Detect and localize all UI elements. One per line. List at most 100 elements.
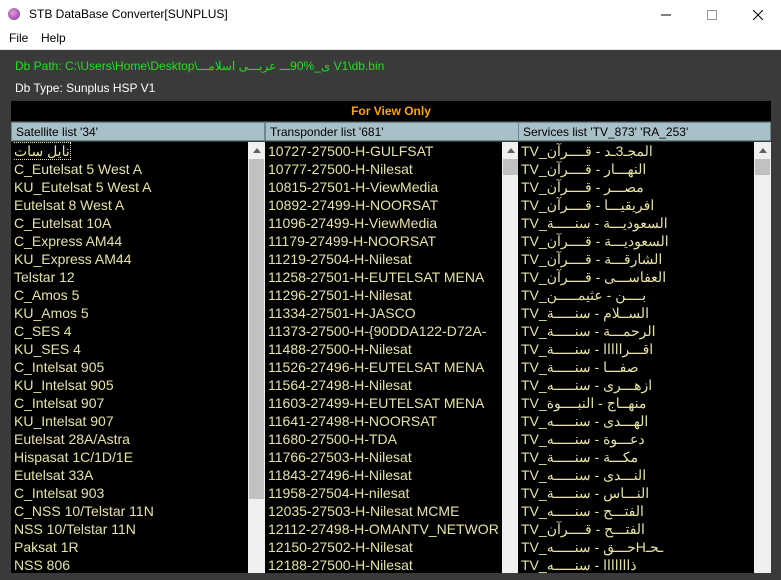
satellite-list-item[interactable]: Eutelsat 33A bbox=[14, 466, 248, 484]
scroll-up-icon[interactable] bbox=[754, 142, 771, 159]
transponder-list-item[interactable]: 11296-27501-H-Nilesat bbox=[268, 286, 502, 304]
service-list-item[interactable]: TV_افريقيـــا - قــــرآن bbox=[521, 196, 754, 214]
satellite-list-item-label: KU_Intelsat 907 bbox=[14, 413, 114, 429]
transponder-list-item[interactable]: 10815-27501-H-ViewMedia bbox=[268, 178, 502, 196]
maximize-button[interactable] bbox=[689, 0, 735, 29]
transponder-list-item[interactable]: 12035-27503-H-Nilesat MCME bbox=[268, 502, 502, 520]
transponder-list-item[interactable]: 11641-27498-H-NOORSAT bbox=[268, 412, 502, 430]
transponder-scrollbar[interactable] bbox=[502, 142, 519, 573]
service-list-item[interactable]: TV_الرحمـــة - سنـــــة bbox=[521, 322, 754, 340]
satellite-list-item[interactable]: KU_Intelsat 907 bbox=[14, 412, 248, 430]
satellite-list-item[interactable]: Eutelsat 8 West A bbox=[14, 196, 248, 214]
satellite-list-item-label: KU_SES 4 bbox=[14, 341, 81, 357]
service-list-item-label: TV_الشارقـــة - قــــرآن bbox=[521, 251, 663, 267]
transponder-list-item[interactable]: 11603-27499-H-EUTELSAT MENA bbox=[268, 394, 502, 412]
satellite-list-item-label: KU_Express AM44 bbox=[14, 251, 132, 267]
service-list-item[interactable]: TV_ازهـــرى - سنـــــه bbox=[521, 376, 754, 394]
satellite-list-item[interactable]: NSS 10/Telstar 11N bbox=[14, 520, 248, 538]
transponder-list-item[interactable]: 12150-27502-H-Nilesat bbox=[268, 538, 502, 556]
transponder-list-item[interactable]: 11488-27500-H-Nilesat bbox=[268, 340, 502, 358]
service-list-item[interactable]: TV_الســلام - سنـــــة bbox=[521, 304, 754, 322]
satellite-list-item[interactable]: Telstar 12 bbox=[14, 268, 248, 286]
service-list-item[interactable]: TV_الشارقـــة - قــــرآن bbox=[521, 250, 754, 268]
scroll-up-icon[interactable] bbox=[248, 142, 265, 159]
satellite-list-item-label: C_Eutelsat 10A bbox=[14, 215, 112, 231]
satellite-list[interactable]: نايل سات C_Eutelsat 5 West A KU_Eutelsat 5… bbox=[11, 142, 265, 573]
satellite-list-item[interactable]: Eutelsat 28A/Astra bbox=[14, 430, 248, 448]
satellite-list-item[interactable]: C_Intelsat 903 bbox=[14, 484, 248, 502]
satellite-list-item[interactable]: C_Intelsat 907 bbox=[14, 394, 248, 412]
transponder-list-item[interactable]: 10727-27500-H-GULFSAT bbox=[268, 142, 502, 160]
satellite-list-item[interactable]: KU_Express AM44 bbox=[14, 250, 248, 268]
transponder-list-item[interactable]: 11219-27504-H-Nilesat bbox=[268, 250, 502, 268]
satellite-list-item[interactable]: C_SES 4 bbox=[14, 322, 248, 340]
service-list-item[interactable]: TV_العفاســـى - قــــرآن bbox=[521, 268, 754, 286]
service-list-item[interactable]: TV_مصـــر - قــــرآن bbox=[521, 178, 754, 196]
satellite-list-item[interactable]: C_Intelsat 905 bbox=[14, 358, 248, 376]
transponder-list-item[interactable]: 11843-27496-H-Nilesat bbox=[268, 466, 502, 484]
transponder-list-item[interactable]: 11334-27501-H-JASCO bbox=[268, 304, 502, 322]
service-list-item[interactable]: TV_النـــدى - سنـــــه bbox=[521, 466, 754, 484]
service-list-item-label: TV_حـــق - سنـــــهHـحـ bbox=[521, 539, 664, 555]
transponder-list-item[interactable]: 11526-27496-H-EUTELSAT MENA bbox=[268, 358, 502, 376]
transponder-list-item[interactable]: 11680-27500-H-TDA bbox=[268, 430, 502, 448]
transponder-list-item[interactable]: 11958-27504-H-nilesat bbox=[268, 484, 502, 502]
satellite-list-item[interactable]: KU_Amos 5 bbox=[14, 304, 248, 322]
satellite-list-item[interactable]: KU_Intelsat 905 bbox=[14, 376, 248, 394]
scroll-up-icon[interactable] bbox=[502, 142, 519, 159]
satellite-list-item[interactable]: KU_Eutelsat 5 West A bbox=[14, 178, 248, 196]
service-list-item[interactable]: TV_الفتـــح - قــــرآن bbox=[521, 520, 754, 538]
service-list-item[interactable]: TV_دعـــوة - سنـــــه bbox=[521, 430, 754, 448]
transponder-list-item[interactable]: 11373-27500-H-{90DDA122-D72A- bbox=[268, 322, 502, 340]
service-list-item[interactable]: TV_مكـــة - سنـــــة bbox=[521, 448, 754, 466]
transponder-list-item[interactable]: 11096-27499-H-ViewMedia bbox=[268, 214, 502, 232]
menu-file[interactable]: File bbox=[9, 31, 28, 45]
transponder-list-item[interactable]: 12188-27500-H-Nilesat bbox=[268, 556, 502, 573]
scroll-thumb[interactable] bbox=[503, 159, 518, 175]
scroll-thumb[interactable] bbox=[755, 159, 770, 175]
close-button[interactable] bbox=[735, 0, 781, 29]
satellite-list-item[interactable]: نايل سات bbox=[14, 142, 248, 160]
service-list-item[interactable]: TV_السعوديـــة - قــــرآن bbox=[521, 232, 754, 250]
transponder-list-item[interactable]: 11766-27503-H-Nilesat bbox=[268, 448, 502, 466]
satellite-scrollbar[interactable] bbox=[248, 142, 265, 573]
transponder-list-item[interactable]: 10777-27500-H-Nilesat bbox=[268, 160, 502, 178]
satellite-list-item[interactable]: C_Amos 5 bbox=[14, 286, 248, 304]
satellite-list-item-label: NSS 806 bbox=[14, 557, 71, 573]
transponder-list-item[interactable]: 12112-27498-H-OMANTV_NETWOR bbox=[268, 520, 502, 538]
satellite-list-item[interactable]: C_Express AM44 bbox=[14, 232, 248, 250]
service-list-item[interactable]: TV_ذااااااا - سنـــــه bbox=[521, 556, 754, 573]
satellite-list-item[interactable]: Hispasat 1C/1D/1E bbox=[14, 448, 248, 466]
transponder-list-item[interactable]: 11258-27501-H-EUTELSAT MENA bbox=[268, 268, 502, 286]
transponder-list-item[interactable]: 10892-27499-H-NOORSAT bbox=[268, 196, 502, 214]
services-scrollbar[interactable] bbox=[754, 142, 771, 573]
services-list[interactable]: TV_المجـ3ـد - قــــرآن TV_النهـــار - قــ… bbox=[518, 142, 771, 573]
service-list-item[interactable]: TV_النـــاس - سنـــــة bbox=[521, 484, 754, 502]
service-list-item[interactable]: TV_اقـــرااااا - سنـــــة bbox=[521, 340, 754, 358]
scroll-thumb[interactable] bbox=[249, 159, 264, 499]
satellite-list-item[interactable]: C_Eutelsat 10A bbox=[14, 214, 248, 232]
service-list-item[interactable]: TV_بــــن - عثيمـــــن bbox=[521, 286, 754, 304]
transponder-list-item-label: 11680-27500-H-TDA bbox=[268, 431, 397, 447]
satellite-list-item[interactable]: C_NSS 10/Telstar 11N bbox=[14, 502, 248, 520]
transponder-list-item-label: 11766-27503-H-Nilesat bbox=[268, 449, 412, 465]
satellite-list-item[interactable]: NSS 806 bbox=[14, 556, 248, 573]
service-list-item[interactable]: TV_المجـ3ـد - قــــرآن bbox=[521, 142, 754, 160]
service-list-item-label: TV_اقـــرااااا - سنـــــة bbox=[521, 341, 654, 357]
transponder-list-item[interactable]: 11564-27498-H-Nilesat bbox=[268, 376, 502, 394]
satellite-list-item[interactable]: KU_SES 4 bbox=[14, 340, 248, 358]
service-list-item[interactable]: TV_الفتـــح - سنـــــه bbox=[521, 502, 754, 520]
menu-help[interactable]: Help bbox=[41, 31, 66, 45]
service-list-item[interactable]: TV_السعوديـــة - سنـــــة bbox=[521, 214, 754, 232]
service-list-item[interactable]: TV_منهــاج - النبــــوة bbox=[521, 394, 754, 412]
transponder-list[interactable]: 10727-27500-H-GULFSAT 10777-27500-H-Niles… bbox=[265, 142, 519, 573]
service-list-item[interactable]: TV_حـــق - سنـــــهHـحـ bbox=[521, 538, 754, 556]
transponder-list-header: Transponder list '681' bbox=[265, 122, 519, 141]
service-list-item[interactable]: TV_النهـــار - قــــرآن bbox=[521, 160, 754, 178]
satellite-list-item[interactable]: Paksat 1R bbox=[14, 538, 248, 556]
transponder-list-item[interactable]: 11179-27499-H-NOORSAT bbox=[268, 232, 502, 250]
minimize-button[interactable] bbox=[643, 0, 689, 29]
service-list-item[interactable]: TV_صفـــا - سنـــــة bbox=[521, 358, 754, 376]
satellite-list-item[interactable]: C_Eutelsat 5 West A bbox=[14, 160, 248, 178]
service-list-item[interactable]: TV_الهـــدى - سنـــــه bbox=[521, 412, 754, 430]
